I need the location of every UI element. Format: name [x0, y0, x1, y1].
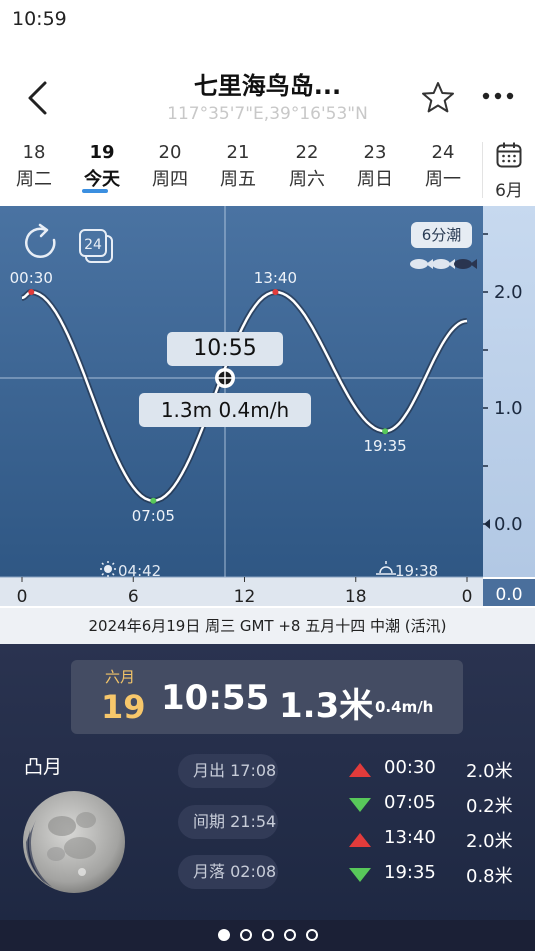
tide-interval-button[interactable]: 6分潮	[411, 222, 472, 248]
sunrise-label: 04:42	[118, 562, 161, 580]
tide-table-row: 19:35 0.8米	[346, 860, 526, 890]
tide-height: 0.2米	[466, 796, 513, 817]
date-tab-19[interactable]: 19 今天	[72, 140, 132, 194]
high-tide-point	[272, 289, 279, 295]
x-tick-label: 0	[462, 587, 473, 606]
date-weekday: 周五	[220, 169, 256, 190]
cursor-marker[interactable]	[215, 368, 235, 388]
tide-height: 2.0米	[466, 831, 513, 852]
date-weekday: 周日	[357, 169, 393, 190]
date-num: 19	[89, 142, 115, 163]
cursor-time-label: 10:55	[167, 332, 283, 366]
date-num: 18	[22, 142, 46, 163]
y-tick-label: 0.0	[494, 514, 523, 535]
date-num: 24	[431, 142, 455, 163]
tide-chart[interactable]: 00:30 07:05 13:40 19:35 2.0 1.0 0.0 0 6 12 18 0 24	[0, 206, 535, 606]
current-tide-summary: 六月 19 10:55 1.3米 0.4m/h	[71, 660, 463, 734]
tide-time: 07:05	[384, 792, 436, 813]
coordinates: 117°35'7"E,39°16'53"N	[167, 104, 368, 124]
fish-rating-icon	[410, 259, 477, 269]
tide-height: 2.0米	[466, 761, 513, 782]
page-dot[interactable]	[261, 929, 274, 941]
summary-day: 19	[101, 688, 146, 726]
date-tab-20[interactable]: 20 周四	[140, 140, 200, 194]
tide-table-row: 13:40 2.0米	[346, 825, 526, 855]
sunset-label: 19:38	[395, 562, 438, 580]
page-dot[interactable]	[239, 929, 252, 941]
date-tab-22[interactable]: 22 周六	[277, 140, 337, 194]
date-info-line: 2024年6月19日 周三 GMT +8 五月十四 中潮 (活汛)	[0, 608, 535, 644]
x-tick-label: 18	[345, 587, 367, 606]
favorite-button[interactable]	[420, 80, 456, 116]
summary-height: 1.3米	[279, 686, 374, 726]
chevron-left-icon	[28, 81, 47, 115]
current-axis-value: 0.0	[495, 585, 522, 605]
tide-time: 00:30	[384, 757, 436, 778]
y-tick-label: 1.0	[494, 398, 523, 419]
extreme-label: 00:30	[10, 269, 53, 287]
tide-table-row: 00:30 2.0米	[346, 755, 526, 785]
page-dot[interactable]	[217, 929, 230, 941]
low-tide-icon	[349, 798, 371, 812]
extreme-label: 13:40	[254, 269, 297, 287]
cursor-value-label: 1.3m 0.4m/h	[139, 393, 311, 427]
calendar-month: 6月	[495, 181, 523, 201]
summary-time: 10:55	[161, 678, 270, 718]
moonset-pill: 月落 02:08	[178, 855, 278, 889]
page-indicator	[0, 920, 535, 951]
date-num: 20	[158, 142, 182, 163]
date-weekday: 周六	[289, 169, 325, 190]
star-icon	[422, 82, 454, 113]
status-bar: 10:59	[0, 0, 535, 38]
date-weekday: 周四	[152, 169, 188, 190]
moon-image	[22, 790, 126, 894]
low-tide-icon	[349, 868, 371, 882]
date-num: 21	[226, 142, 250, 163]
bottom-panel: 六月 19 10:55 1.3米 0.4m/h 凸月 月出 17:08 间期 2…	[0, 644, 535, 951]
extreme-label: 19:35	[363, 437, 406, 455]
calendar-icon	[496, 142, 522, 168]
high-tide-icon	[349, 833, 371, 847]
moon-phase-label: 凸月	[24, 756, 63, 778]
tide-table-row: 07:05 0.2米	[346, 790, 526, 820]
x-tick-label: 6	[128, 587, 139, 606]
moon-icon	[23, 791, 125, 893]
date-weekday: 周一	[425, 169, 461, 190]
svg-text:24: 24	[84, 237, 102, 253]
extreme-label: 07:05	[132, 507, 175, 525]
low-tide-point	[382, 428, 389, 435]
tide-height: 0.8米	[466, 866, 513, 887]
x-tick-label: 12	[234, 587, 256, 606]
date-num: 23	[363, 142, 387, 163]
back-button[interactable]	[18, 78, 58, 118]
moon-interval-pill: 间期 21:54	[178, 805, 278, 839]
tide-time: 19:35	[384, 862, 436, 883]
calendar-button[interactable]: 6月	[483, 138, 535, 202]
date-weekday: 周二	[16, 169, 52, 190]
x-tick-label: 0	[17, 587, 28, 606]
date-tab-18[interactable]: 18 周二	[4, 140, 64, 194]
status-time: 10:59	[12, 8, 67, 30]
date-tab-24[interactable]: 24 周一	[413, 140, 473, 194]
tide-time: 13:40	[384, 827, 436, 848]
high-tide-icon	[349, 763, 371, 777]
date-num: 22	[295, 142, 319, 163]
page-title: 七里海鸟岛...	[193, 72, 342, 100]
today-indicator	[82, 189, 108, 193]
summary-rate: 0.4m/h	[375, 698, 434, 716]
summary-month: 六月	[105, 668, 136, 686]
date-tab-23[interactable]: 23 周日	[345, 140, 405, 194]
chart-background	[0, 206, 483, 577]
date-tab-21[interactable]: 21 周五	[208, 140, 268, 194]
low-tide-point	[150, 497, 157, 504]
page-dot[interactable]	[305, 929, 318, 941]
more-icon	[482, 92, 514, 100]
high-tide-point	[28, 289, 35, 295]
page-dot[interactable]	[283, 929, 296, 941]
date-strip: 18 周二 19 今天 20 周四 21 周五 22 周六 23 周日 24 周…	[0, 134, 535, 206]
y-tick-label: 2.0	[494, 282, 523, 303]
more-button[interactable]	[478, 86, 518, 106]
moonrise-pill: 月出 17:08	[178, 754, 278, 788]
